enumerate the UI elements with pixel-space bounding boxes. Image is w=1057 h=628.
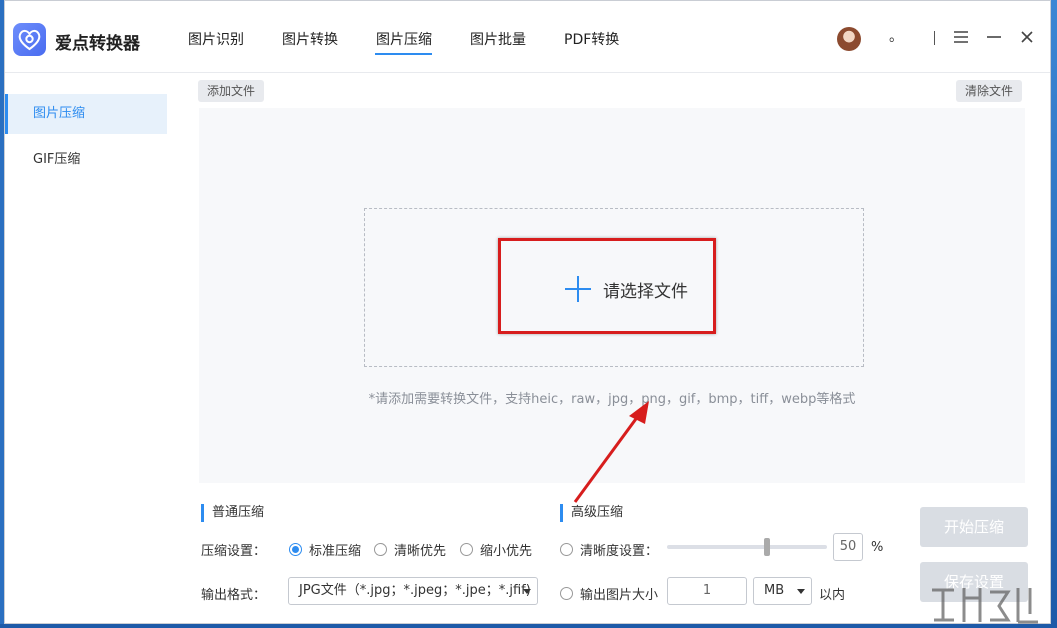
tab-image-batch[interactable]: 图片批量 [470,29,526,49]
sidebar: 图片压缩 GIF压缩 [5,74,171,623]
size-suffix-label: 以内 [819,588,846,603]
radio-standard-compression[interactable]: 标准压缩 [289,540,361,559]
desktop-background [1051,0,1057,628]
tab-image-compression[interactable]: 图片压缩 [376,29,432,49]
radio-unselected-icon [460,543,473,556]
radio-clarity-setting[interactable]: 清晰度设置： [560,540,658,559]
annotation-highlight-box [498,238,716,334]
menu-icon[interactable] [951,27,971,47]
clear-file-button[interactable]: 清除文件 [956,80,1023,102]
app-window: 爱点转换器 图片识别 图片转换 图片压缩 图片批量 PDF转换 。 图片压缩 G… [4,0,1051,624]
output-format-value: JPG文件（*.jpg；*.jpeg；*.jpe；*.jfif) [299,583,531,598]
close-icon[interactable] [1017,27,1037,47]
percent-unit: % [871,540,884,555]
app-name: 爱点转换器 [55,34,140,54]
user-avatar[interactable] [837,27,861,51]
radio-unselected-icon [560,543,573,556]
radio-size-priority[interactable]: 缩小优先 [460,540,532,559]
taskbar-edge [0,624,1057,628]
output-size-label: 输出图片大小 [580,588,659,603]
tab-image-conversion[interactable]: 图片转换 [282,29,338,49]
start-compression-button[interactable]: 开始压缩 [920,507,1028,547]
tab-image-recognition[interactable]: 图片识别 [188,29,244,49]
app-logo-icon [13,23,46,56]
clarity-setting-label: 清晰度设置： [580,544,659,559]
radio-size-label: 缩小优先 [480,544,533,559]
add-file-button[interactable]: 添加文件 [198,80,265,102]
main-panel: 添加文件 清除文件 请选择文件 *请添加需要转换文件，支持heic，raw，jp… [171,74,1050,623]
site-watermark-logo-icon [932,588,1038,624]
radio-clarity-label: 清晰优先 [394,544,447,559]
sidebar-item-gif-compression[interactable]: GIF压缩 [5,140,167,180]
annotation-arrow-icon [573,401,649,503]
clarity-slider-handle[interactable] [764,538,770,556]
compression-setting-label: 压缩设置： [201,544,267,559]
size-unit-select[interactable]: MB [753,577,812,605]
titlebar-divider [934,31,935,45]
radio-unselected-icon [560,587,573,600]
user-name: 。 [889,29,903,45]
dropzone-box[interactable]: 请选择文件 [364,208,864,367]
normal-compression-title: 普通压缩 [201,504,264,522]
sidebar-item-image-compression[interactable]: 图片压缩 [5,94,167,134]
radio-output-size[interactable]: 输出图片大小 [560,584,658,603]
advanced-compression-title: 高级压缩 [560,504,623,522]
clarity-value-input[interactable]: 50 [833,533,863,561]
radio-selected-icon [289,543,302,556]
output-format-label: 输出格式： [201,588,267,603]
output-format-select[interactable]: JPG文件（*.jpg；*.jpeg；*.jpe；*.jfif) [288,577,538,605]
radio-clarity-priority[interactable]: 清晰优先 [374,540,446,559]
clarity-slider[interactable] [667,538,827,556]
chevron-down-icon [523,589,531,594]
active-tab-indicator [375,53,432,55]
tab-pdf-conversion[interactable]: PDF转换 [564,29,619,49]
output-size-input[interactable]: 1 [667,577,747,605]
size-unit-value: MB [764,583,785,598]
radio-unselected-icon [374,543,387,556]
chevron-down-icon [797,589,805,594]
file-drop-area[interactable]: 请选择文件 *请添加需要转换文件，支持heic，raw，jpg，png，gif，… [199,108,1025,503]
title-bar: 爱点转换器 图片识别 图片转换 图片压缩 图片批量 PDF转换 。 [5,1,1050,73]
radio-standard-label: 标准压缩 [309,544,362,559]
minimize-icon[interactable] [984,27,1004,47]
